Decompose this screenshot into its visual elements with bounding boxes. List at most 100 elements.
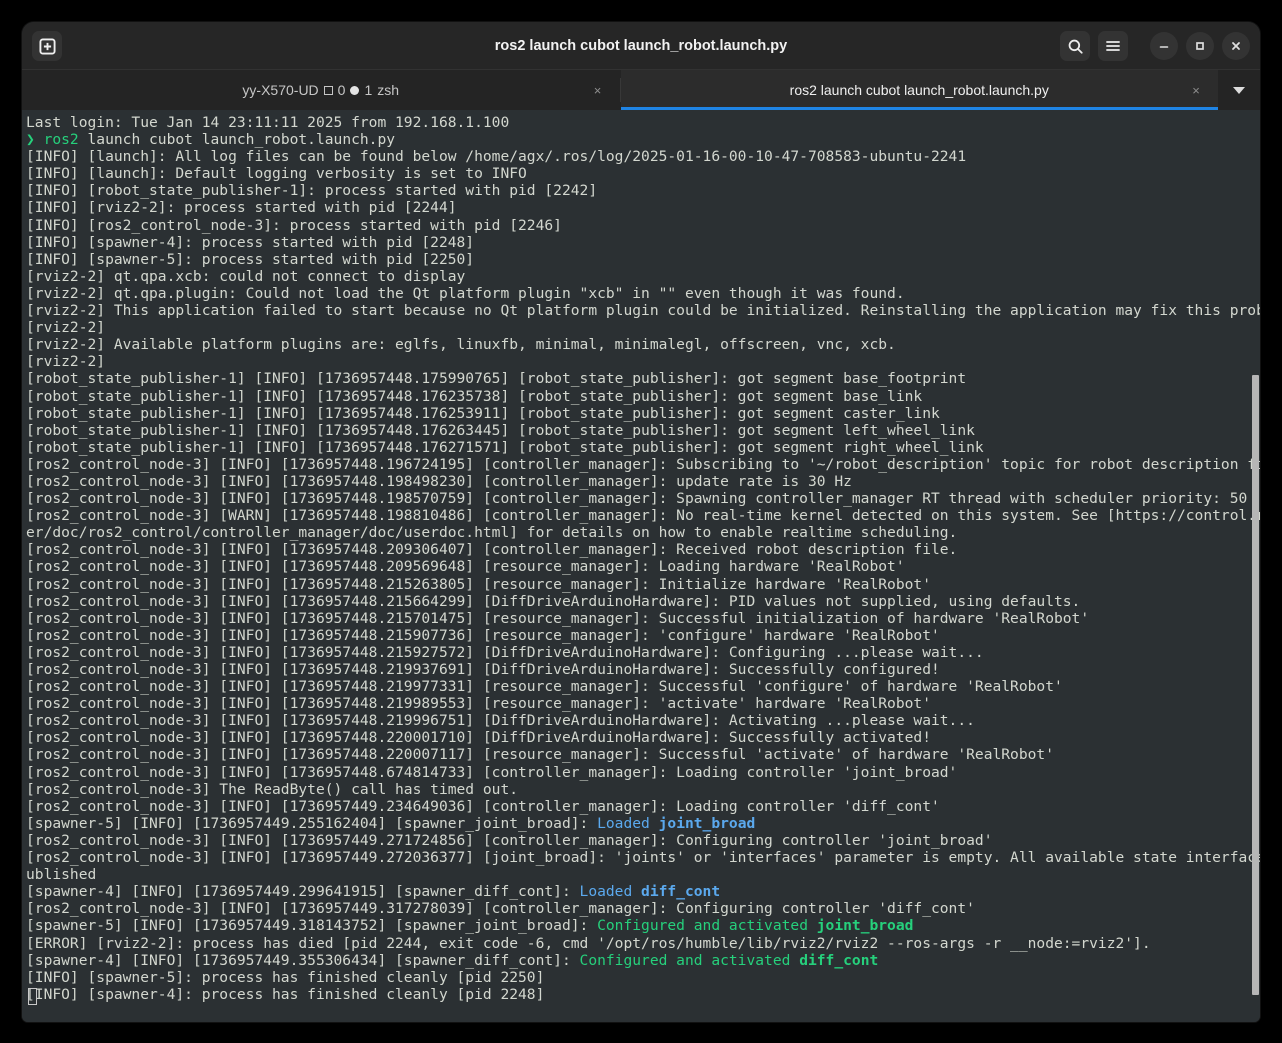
terminal-text-span: [robot_state_publisher-1] [INFO] [173695… bbox=[26, 404, 940, 422]
terminal-line: [ros2_control_node-3] [INFO] [1736957448… bbox=[26, 558, 1260, 575]
tab-zsh[interactable]: yy-X570-UD 0 1 zsh × bbox=[22, 70, 620, 110]
terminal-text-span: ublished bbox=[26, 866, 97, 884]
terminal-text-span: [rviz2-2] qt.qpa.plugin: Could not load … bbox=[26, 284, 905, 302]
terminal-text-span: [spawner-5] [INFO] [1736957449.255162404… bbox=[26, 814, 598, 832]
hamburger-menu-icon bbox=[1106, 41, 1120, 51]
terminal-text-span: [ros2_control_node-3] [INFO] [1736957448… bbox=[26, 729, 931, 747]
maximize-button[interactable] bbox=[1186, 32, 1214, 60]
titlebar-right-controls bbox=[1060, 31, 1250, 61]
close-button[interactable] bbox=[1222, 32, 1250, 60]
terminal-text-span: [INFO] [spawner-5]: process has finished… bbox=[26, 968, 545, 986]
terminal-line: [ros2_control_node-3] [WARN] [1736957448… bbox=[26, 507, 1260, 524]
chevron-down-icon bbox=[1233, 87, 1245, 94]
terminal-text-span: [spawner-5] [INFO] [1736957449.318143752… bbox=[26, 917, 598, 935]
terminal-text-span: Configured and activated bbox=[579, 951, 800, 969]
terminal-text-span: [ros2_control_node-3] [WARN] [1736957448… bbox=[26, 507, 1260, 525]
terminal-lines: Last login: Tue Jan 14 23:11:11 2025 fro… bbox=[26, 114, 1260, 1003]
new-tab-button[interactable] bbox=[32, 31, 62, 61]
terminal-line: [ros2_control_node-3] [INFO] [1736957448… bbox=[26, 490, 1260, 507]
terminal-text-span: [rviz2-2] This application failed to sta… bbox=[26, 302, 1260, 320]
terminal-text-span: [spawner-4] [INFO] [1736957449.299641915… bbox=[26, 883, 580, 901]
titlebar-left-controls bbox=[32, 31, 62, 61]
plus-square-icon bbox=[38, 37, 56, 55]
terminal-text-span: [ros2_control_node-3] [INFO] [1736957448… bbox=[26, 695, 931, 713]
terminal-line: [INFO] [spawner-5]: process has finished… bbox=[26, 969, 1260, 986]
terminal-text-span: [INFO] [ros2_control_node-3]: process st… bbox=[26, 216, 562, 234]
tab-ros2-launch[interactable]: ros2 launch cubot launch_robot.launch.py… bbox=[620, 70, 1218, 110]
terminal-text-span: [ros2_control_node-3] [INFO] [1736957448… bbox=[26, 455, 1260, 473]
terminal-text-span: [ros2_control_node-3] [INFO] [1736957449… bbox=[26, 849, 1260, 867]
terminal-text-span: [ros2_control_node-3] [INFO] [1736957448… bbox=[26, 661, 940, 678]
terminal-line: [robot_state_publisher-1] [INFO] [173695… bbox=[26, 439, 1260, 456]
tab-zsh-host: yy-X570-UD bbox=[242, 82, 319, 98]
terminal-text-span: [ros2_control_node-3] [INFO] [1736957448… bbox=[26, 643, 984, 661]
unread-box-icon bbox=[323, 85, 333, 95]
terminal-line: [robot_state_publisher-1] [INFO] [173695… bbox=[26, 370, 1260, 387]
tab-zsh-label: yy-X570-UD 0 1 zsh bbox=[242, 82, 399, 98]
minimize-icon bbox=[1159, 46, 1169, 48]
terminal-text-span: [rviz2-2] bbox=[26, 353, 106, 371]
terminal-line: [robot_state_publisher-1] [INFO] [173695… bbox=[26, 422, 1260, 439]
terminal-line: [ros2_control_node-3] [INFO] [1736957448… bbox=[26, 541, 1260, 558]
tab-ros2-launch-label: ros2 launch cubot launch_robot.launch.py bbox=[789, 82, 1049, 98]
terminal-line: [rviz2-2] bbox=[26, 353, 1260, 370]
terminal-line: [ros2_control_node-3] [INFO] [1736957449… bbox=[26, 832, 1260, 849]
terminal-text-span: diff_cont bbox=[799, 951, 879, 969]
terminal-text-span: [INFO] [spawner-4]: process has finished… bbox=[26, 985, 545, 1003]
menu-button[interactable] bbox=[1098, 31, 1128, 61]
terminal-text-span: [INFO] [launch]: All log files can be fo… bbox=[26, 148, 967, 166]
terminal-text-span: [rviz2-2] qt.qpa.xcb: could not connect … bbox=[26, 267, 466, 285]
terminal-text-span: [robot_state_publisher-1] [INFO] [173695… bbox=[26, 387, 923, 405]
terminal-line: [spawner-5] [INFO] [1736957449.255162404… bbox=[26, 815, 1260, 832]
terminal-line: [ros2_control_node-3] [INFO] [1736957448… bbox=[26, 644, 1260, 661]
terminal-line: [ros2_control_node-3] [INFO] [1736957448… bbox=[26, 456, 1260, 473]
terminal-line: Last login: Tue Jan 14 23:11:11 2025 fro… bbox=[26, 114, 1260, 131]
terminal-line: [INFO] [launch]: Default logging verbosi… bbox=[26, 165, 1260, 182]
search-icon bbox=[1068, 39, 1083, 54]
terminal-line: [ros2_control_node-3] [INFO] [1736957449… bbox=[26, 900, 1260, 917]
terminal-line: [robot_state_publisher-1] [INFO] [173695… bbox=[26, 388, 1260, 405]
terminal-line: [ros2_control_node-3] [INFO] [1736957448… bbox=[26, 661, 1260, 678]
terminal-line: er/doc/ros2_control/controller_manager/d… bbox=[26, 524, 1260, 541]
tab-ros2-launch-close-icon[interactable]: × bbox=[1188, 82, 1204, 98]
terminal-line: [ros2_control_node-3] The ReadByte() cal… bbox=[26, 781, 1260, 798]
terminal-text-span: Loaded bbox=[579, 883, 642, 901]
terminal-line: [spawner-5] [INFO] [1736957449.318143752… bbox=[26, 917, 1260, 934]
terminal-text-span: Configured and activated bbox=[597, 917, 817, 935]
terminal-line: [ros2_control_node-3] [INFO] [1736957448… bbox=[26, 746, 1260, 763]
terminal-scrollbar[interactable] bbox=[1252, 110, 1260, 1022]
terminal-text-span: Last login: Tue Jan 14 23:11:11 2025 fro… bbox=[26, 114, 510, 131]
search-button[interactable] bbox=[1060, 31, 1090, 61]
terminal-text-span: [ros2_control_node-3] [INFO] [1736957449… bbox=[26, 831, 993, 849]
terminal-line: [ros2_control_node-3] [INFO] [1736957448… bbox=[26, 678, 1260, 695]
tab-zsh-close-icon[interactable]: × bbox=[590, 82, 606, 98]
terminal-text-span: [ros2_control_node-3] [INFO] [1736957448… bbox=[26, 626, 940, 644]
terminal-line: [ros2_control_node-3] [INFO] [1736957448… bbox=[26, 593, 1260, 610]
tab-zsh-shell: zsh bbox=[377, 82, 400, 98]
terminal-line: [INFO] [spawner-4]: process started with… bbox=[26, 234, 1260, 251]
terminal-text-span: [spawner-4] [INFO] [1736957449.355306434… bbox=[26, 951, 580, 969]
terminal-text-span: [INFO] [robot_state_publisher-1]: proces… bbox=[26, 182, 598, 200]
terminal-line: [INFO] [launch]: All log files can be fo… bbox=[26, 148, 1260, 165]
terminal-line: [rviz2-2] qt.qpa.plugin: Could not load … bbox=[26, 285, 1260, 302]
terminal-text-span: [rviz2-2] bbox=[26, 319, 106, 337]
terminal-line: [rviz2-2] This application failed to sta… bbox=[26, 302, 1260, 319]
terminal-output-area[interactable]: Last login: Tue Jan 14 23:11:11 2025 fro… bbox=[22, 110, 1260, 1022]
tab-list-dropdown-button[interactable] bbox=[1218, 70, 1260, 110]
terminal-line: [ros2_control_node-3] [INFO] [1736957448… bbox=[26, 729, 1260, 746]
terminal-text-span: [ros2_control_node-3] [INFO] [1736957449… bbox=[26, 900, 975, 918]
minimize-button[interactable] bbox=[1150, 32, 1178, 60]
terminal-text-span: ❯ bbox=[26, 131, 44, 149]
terminal-scrollbar-thumb[interactable] bbox=[1252, 375, 1259, 995]
terminal-line: [ros2_control_node-3] [INFO] [1736957448… bbox=[26, 627, 1260, 644]
terminal-line: [ros2_control_node-3] [INFO] [1736957448… bbox=[26, 764, 1260, 781]
terminal-line: [rviz2-2] bbox=[26, 319, 1260, 336]
window-titlebar: ros2 launch cubot launch_robot.launch.py bbox=[22, 22, 1260, 70]
terminal-text-span: [ros2_control_node-3] [INFO] [1736957448… bbox=[26, 592, 1081, 610]
maximize-icon bbox=[1196, 42, 1204, 50]
terminal-text-span: diff_cont bbox=[641, 883, 721, 901]
terminal-line: [ros2_control_node-3] [INFO] [1736957449… bbox=[26, 849, 1260, 866]
terminal-text-span: [ros2_control_node-3] [INFO] [1736957448… bbox=[26, 609, 1090, 627]
terminal-text-span: [ros2_control_node-3] [INFO] [1736957448… bbox=[26, 490, 1248, 508]
terminal-text-span: [ros2_control_node-3] [INFO] [1736957448… bbox=[26, 472, 852, 490]
